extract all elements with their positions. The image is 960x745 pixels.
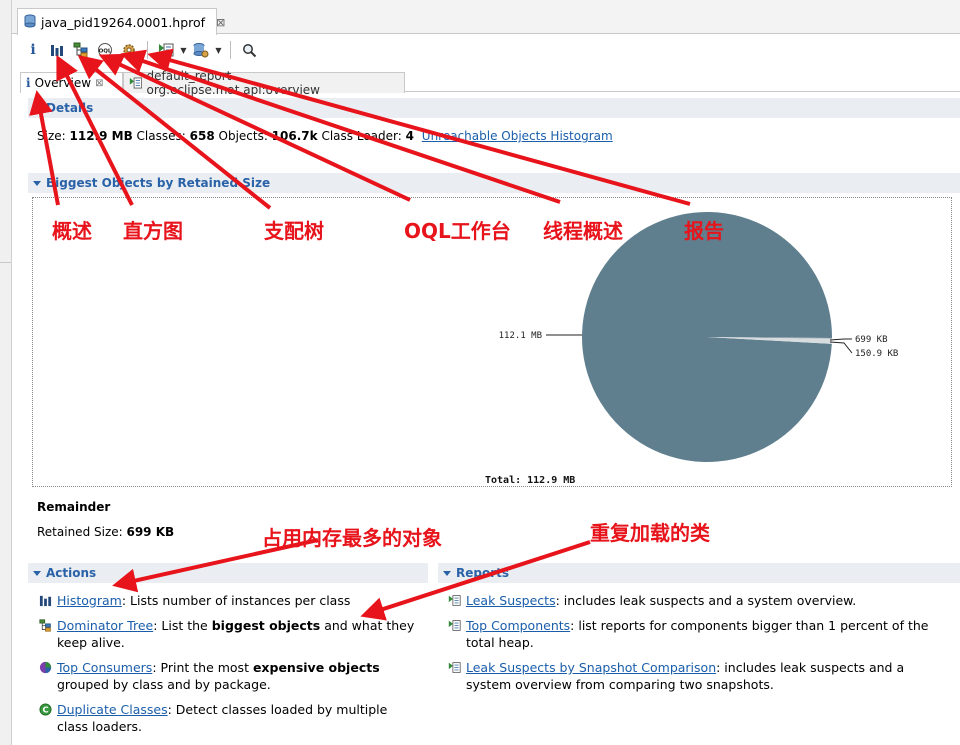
class-loader-count: 4 xyxy=(405,129,414,143)
search-button[interactable] xyxy=(238,39,260,61)
details-section-header[interactable]: Details xyxy=(28,98,960,118)
action-top-consumers: Top Consumers: Print the most expensive … xyxy=(39,659,419,693)
annotation-duplicate: 重复加载的类 xyxy=(590,521,710,545)
histogram-icon xyxy=(39,595,52,607)
report-leak-suspects: Leak Suspects: includes leak suspects an… xyxy=(448,592,948,609)
annotation-histogram: 直方图 xyxy=(123,219,183,243)
run-report-button[interactable] xyxy=(155,39,177,61)
annotation-biggest: 占用内存最多的对象 xyxy=(262,526,442,550)
dominator-tree-button[interactable] xyxy=(70,39,92,61)
remainder-title: Remainder xyxy=(37,500,111,514)
histogram-link[interactable]: Histogram xyxy=(57,593,122,608)
database-query-icon xyxy=(193,43,209,58)
classes-count: 658 xyxy=(189,129,215,143)
actions-heading: Actions xyxy=(46,566,97,580)
retained-size-value: 699 KB xyxy=(126,525,175,539)
pie-leader-line xyxy=(829,341,853,354)
chevron-down-icon xyxy=(33,105,41,111)
tab-default-report-label: default_report org.eclipse.mat.api:overv… xyxy=(146,69,320,97)
report-icon xyxy=(448,662,461,673)
pie-slice-label: 112.1 MB xyxy=(499,331,542,341)
editor-toolbar: i OQL ▼ ▼ xyxy=(12,36,960,64)
report-icon xyxy=(448,595,461,606)
pie-slice-label: 699 KB xyxy=(855,335,888,345)
toolbar-separator xyxy=(147,41,148,59)
report-snapshot-comparison: Leak Suspects by Snapshot Comparison: in… xyxy=(448,659,948,693)
tree-icon xyxy=(39,619,51,632)
report-icon xyxy=(129,77,143,89)
objects-count: 106.7k xyxy=(271,129,318,143)
close-tab-icon[interactable]: ⊠ xyxy=(216,16,225,29)
result-tab-bar: i Overview ⊠ default_report org.eclipse.… xyxy=(20,69,960,97)
toolbar-separator xyxy=(230,41,231,59)
dominator-tree-link[interactable]: Dominator Tree xyxy=(57,618,153,633)
retained-size-line: Retained Size: 699 KB xyxy=(37,525,175,539)
annotation-report: 报告 xyxy=(684,219,724,243)
editor-area: java_pid19264.0001.hprof ⊠ i OQL ▼ ▼ i O… xyxy=(12,0,960,745)
annotation-thread: 线程概述 xyxy=(543,219,623,243)
query-browser-button[interactable] xyxy=(190,39,212,61)
report-icon xyxy=(159,43,174,57)
query-dropdown-arrow[interactable]: ▼ xyxy=(214,46,223,55)
annotation-overview: 概述 xyxy=(52,219,92,243)
overview-info-button[interactable]: i xyxy=(22,39,44,61)
heap-dump-icon xyxy=(24,14,36,31)
action-dominator-tree: Dominator Tree: List the biggest objects… xyxy=(39,617,419,651)
pie-slice[interactable] xyxy=(582,211,832,462)
pie-total-label: Total: 112.9 MB xyxy=(485,475,575,486)
tab-overview[interactable]: i Overview ⊠ xyxy=(20,72,123,93)
tab-default-report[interactable]: default_report org.eclipse.mat.api:overv… xyxy=(123,69,405,97)
class-icon: C xyxy=(39,703,52,716)
reports-section-header[interactable]: Reports xyxy=(438,563,960,583)
top-consumers-link[interactable]: Top Consumers xyxy=(57,660,152,675)
details-summary: Size: 112.9 MB Classes: 658 Objects: 106… xyxy=(37,129,613,143)
svg-text:OQL: OQL xyxy=(99,49,112,55)
biggest-objects-section-header[interactable]: Biggest Objects by Retained Size xyxy=(28,173,960,193)
close-tab-icon[interactable]: ⊠ xyxy=(95,78,103,89)
tree-icon xyxy=(73,42,88,58)
histogram-icon xyxy=(51,45,63,56)
editor-tab-label: java_pid19264.0001.hprof xyxy=(41,14,206,30)
annotation-dominator: 支配树 xyxy=(264,219,324,243)
info-icon: i xyxy=(26,76,31,90)
heap-size-value: 112.9 MB xyxy=(69,129,133,143)
report-icon xyxy=(448,620,461,631)
thread-overview-button[interactable] xyxy=(118,39,140,61)
pie-leader-line xyxy=(829,338,852,341)
editor-tab-bar: java_pid19264.0001.hprof ⊠ xyxy=(12,0,960,35)
search-icon xyxy=(242,43,256,57)
info-icon: i xyxy=(30,42,36,58)
snapshot-comparison-link[interactable]: Leak Suspects by Snapshot Comparison xyxy=(466,660,716,675)
action-duplicate-classes: C Duplicate Classes: Detect classes load… xyxy=(39,701,419,735)
oql-icon: OQL xyxy=(98,43,112,57)
chevron-down-icon xyxy=(33,570,41,576)
leak-suspects-link[interactable]: Leak Suspects xyxy=(466,593,556,608)
details-heading: Details xyxy=(46,101,94,115)
unreachable-objects-link[interactable]: Unreachable Objects Histogram xyxy=(422,129,613,143)
actions-section-header[interactable]: Actions xyxy=(28,563,428,583)
top-components-link[interactable]: Top Components xyxy=(466,618,570,633)
action-histogram: Histogram: Lists number of instances per… xyxy=(39,592,419,609)
chevron-down-icon xyxy=(443,570,451,576)
histogram-button[interactable] xyxy=(46,39,68,61)
report-top-components: Top Components: list reports for compone… xyxy=(448,617,948,651)
oql-button[interactable]: OQL xyxy=(94,39,116,61)
svg-text:C: C xyxy=(42,705,48,715)
chevron-down-icon xyxy=(33,180,41,186)
gears-icon xyxy=(123,44,135,56)
biggest-objects-heading: Biggest Objects by Retained Size xyxy=(46,176,271,190)
pie-slice-label: 150.9 KB xyxy=(855,349,898,359)
pie-chart-icon xyxy=(39,661,52,674)
report-dropdown-arrow[interactable]: ▼ xyxy=(179,46,188,55)
reports-heading: Reports xyxy=(456,566,510,580)
side-panel-edge xyxy=(0,0,12,745)
annotation-oql: OQL工作台 xyxy=(404,219,511,243)
editor-tab-hprof[interactable]: java_pid19264.0001.hprof ⊠ xyxy=(17,8,225,35)
tab-overview-label: Overview xyxy=(34,76,92,90)
duplicate-classes-link[interactable]: Duplicate Classes xyxy=(57,702,168,717)
